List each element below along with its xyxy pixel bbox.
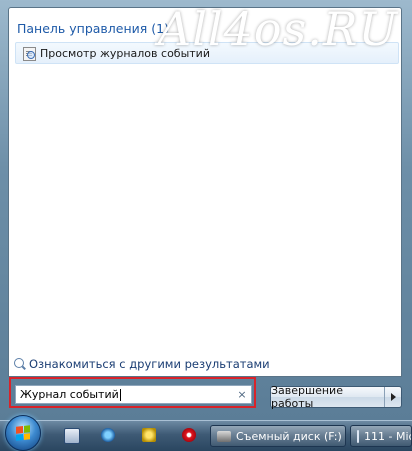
results-group-title[interactable]: Панель управления (1) (17, 21, 169, 36)
drive-icon (217, 430, 231, 442)
windows-logo-icon (16, 425, 30, 441)
search-results-pane: Панель управления (1) Просмотр журналов … (8, 7, 402, 377)
start-button[interactable] (5, 415, 41, 451)
network-icon[interactable] (101, 428, 115, 442)
word-icon (357, 429, 359, 443)
shutdown-button[interactable]: Завершение работы (270, 384, 402, 410)
notepad-icon[interactable] (64, 428, 80, 444)
search-input-value: Журнал событий (20, 388, 121, 401)
shutdown-label: Завершение работы (271, 384, 343, 410)
taskbar-task-word[interactable]: 111 - Mic (350, 425, 412, 447)
search-input[interactable]: Журнал событий × (15, 385, 252, 404)
text-caret (119, 389, 121, 401)
task-label: Съемный диск (F:) (236, 429, 342, 443)
search-icon (14, 358, 24, 368)
task-label: 111 - Mic (364, 429, 412, 443)
clear-search-icon[interactable]: × (235, 388, 249, 401)
opera-icon[interactable] (182, 428, 196, 442)
event-viewer-icon (22, 46, 36, 61)
taskbar-task-removable-drive[interactable]: Съемный диск (F:) (210, 425, 346, 447)
usb-icon[interactable] (142, 428, 156, 442)
shutdown-options-arrow-icon[interactable] (384, 387, 401, 407)
start-menu: Панель управления (1) Просмотр журналов … (0, 0, 412, 420)
see-more-results-link[interactable]: Ознакомиться с другими результатами (14, 357, 270, 371)
watermark: All4os.RU (158, 2, 399, 56)
see-more-results-label: Ознакомиться с другими результатами (29, 357, 270, 371)
taskbar: Съемный диск (F:) 111 - Mic (0, 415, 412, 451)
